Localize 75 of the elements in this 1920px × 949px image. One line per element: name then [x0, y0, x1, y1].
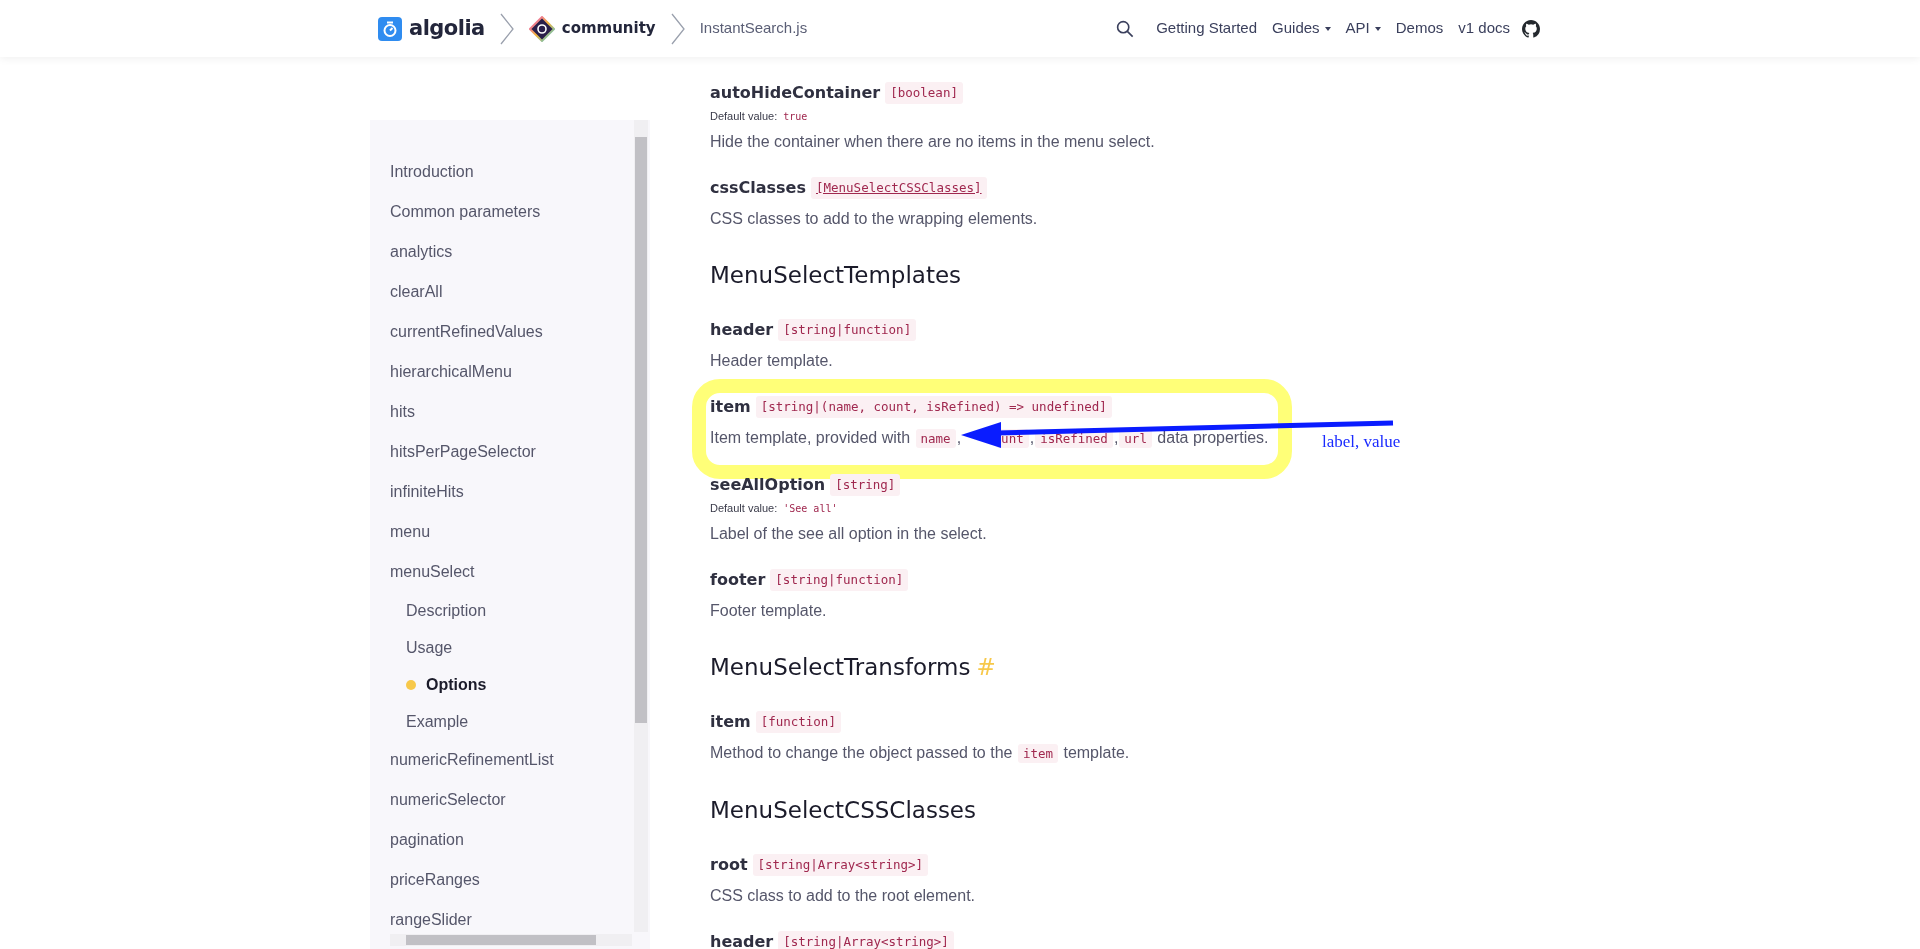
sidebar-item[interactable]: analytics	[390, 240, 453, 264]
inline-code: name	[915, 429, 956, 448]
parameter-description: Footer template.	[710, 601, 828, 621]
chevron-icon	[669, 11, 686, 46]
stopwatch-logo-icon	[378, 16, 402, 41]
chevron-icon	[498, 11, 515, 46]
section-heading: MenuSelectTemplates	[710, 260, 962, 290]
type-label: [boolean]	[885, 81, 963, 105]
type-label: [string|Array<string>]	[752, 853, 929, 877]
sidebar-item[interactable]: Usage	[406, 635, 453, 660]
caret-icon	[1374, 26, 1381, 31]
sidebar-item[interactable]: clearAll	[390, 280, 443, 304]
default-label: Default value:	[710, 108, 778, 124]
parameter-name: item	[710, 711, 751, 733]
caret-icon	[1324, 26, 1331, 31]
sidebar-item[interactable]: Description	[406, 598, 487, 623]
horizontal-scrollbar[interactable]	[390, 934, 632, 946]
parameter-name: footer	[710, 569, 766, 591]
type-label: [function]	[755, 710, 841, 734]
sidebar-item[interactable]: Common parameters	[390, 200, 541, 224]
scrollbar-thumb[interactable]	[635, 137, 647, 723]
nav-link[interactable]: API	[1345, 17, 1370, 40]
parameter-name: header	[710, 931, 774, 949]
nav-link[interactable]: v1 docs	[1458, 17, 1510, 40]
diamond-logo-icon	[528, 15, 555, 42]
sidebar-item[interactable]: Options	[406, 672, 487, 697]
sidebar-item[interactable]: infiniteHits	[390, 480, 464, 504]
annotation-label: label, value	[1322, 431, 1401, 453]
section-heading: MenuSelectTransforms	[710, 652, 971, 682]
logo-text[interactable]: community	[561, 17, 656, 40]
parameter-name: cssClasses	[710, 177, 806, 199]
parameter-description: Label of the see all option in the select.	[710, 524, 988, 544]
default-value: true	[783, 109, 808, 124]
inline-code: item	[1017, 744, 1058, 763]
logo-text[interactable]: algolia	[409, 12, 485, 45]
sidebar-item[interactable]: Introduction	[390, 160, 474, 184]
parameter-name: item	[710, 396, 751, 418]
sidebar-item[interactable]: menu	[390, 520, 431, 544]
sidebar-item[interactable]: Example	[406, 709, 469, 734]
nav-link[interactable]: Guides	[1272, 17, 1320, 40]
parameter-description: CSS class to add to the root element.	[710, 886, 977, 906]
parameter-description: Header template.	[710, 351, 834, 371]
type-label: [string|Array<string>]	[778, 930, 954, 949]
type-label: [string|function]	[770, 568, 909, 592]
parameter-name: header	[710, 319, 774, 341]
sidebar-item[interactable]: numericRefinementList	[390, 748, 554, 772]
parameter-description: Hide the container when there are no items in the menu select.	[710, 132, 1156, 152]
parameter-description: Method to change the object passed to the item template.	[710, 743, 1131, 765]
type-label: [string|function]	[778, 318, 917, 342]
nav-link[interactable]: Getting Started	[1156, 17, 1258, 40]
default-value: 'See all'	[783, 501, 838, 516]
sidebar-item[interactable]: rangeSlider	[390, 908, 472, 932]
sidebar-item[interactable]: pagination	[390, 828, 464, 852]
type-label: [string]	[830, 473, 901, 497]
default-label: Default value:	[710, 500, 778, 516]
sidebar-item[interactable]: numericSelector	[390, 788, 506, 812]
breadcrumb-link[interactable]: InstantSearch.js	[699, 17, 808, 40]
parameter-name: seeAllOption	[710, 474, 826, 496]
sidebar-item[interactable]: priceRanges	[390, 868, 480, 892]
parameter-name: root	[710, 854, 748, 876]
github-icon[interactable]	[1522, 19, 1540, 38]
parameter-description: CSS classes to add to the wrapping elements.	[710, 209, 1039, 229]
section-heading: MenuSelectCSSClasses	[710, 795, 976, 825]
sidebar-item[interactable]: hits	[390, 400, 415, 424]
nav-link[interactable]: Demos	[1395, 17, 1444, 40]
scrollbar-thumb[interactable]	[406, 935, 596, 945]
sidebar-item[interactable]: currentRefinedValues	[390, 320, 543, 344]
parameter-name: autoHideContainer	[710, 82, 881, 104]
vertical-scrollbar[interactable]	[634, 120, 648, 932]
sidebar-item[interactable]: hitsPerPageSelector	[390, 440, 536, 464]
sidebar-item[interactable]: hierarchicalMenu	[390, 360, 512, 384]
sidebar-item[interactable]: menuSelect	[390, 560, 475, 584]
type-label: [string|(name, count, isRefined) => undefined]	[755, 395, 1112, 419]
search-icon[interactable]	[1116, 19, 1135, 38]
type-link[interactable]: [MenuSelectCSSClasses]	[811, 176, 987, 200]
